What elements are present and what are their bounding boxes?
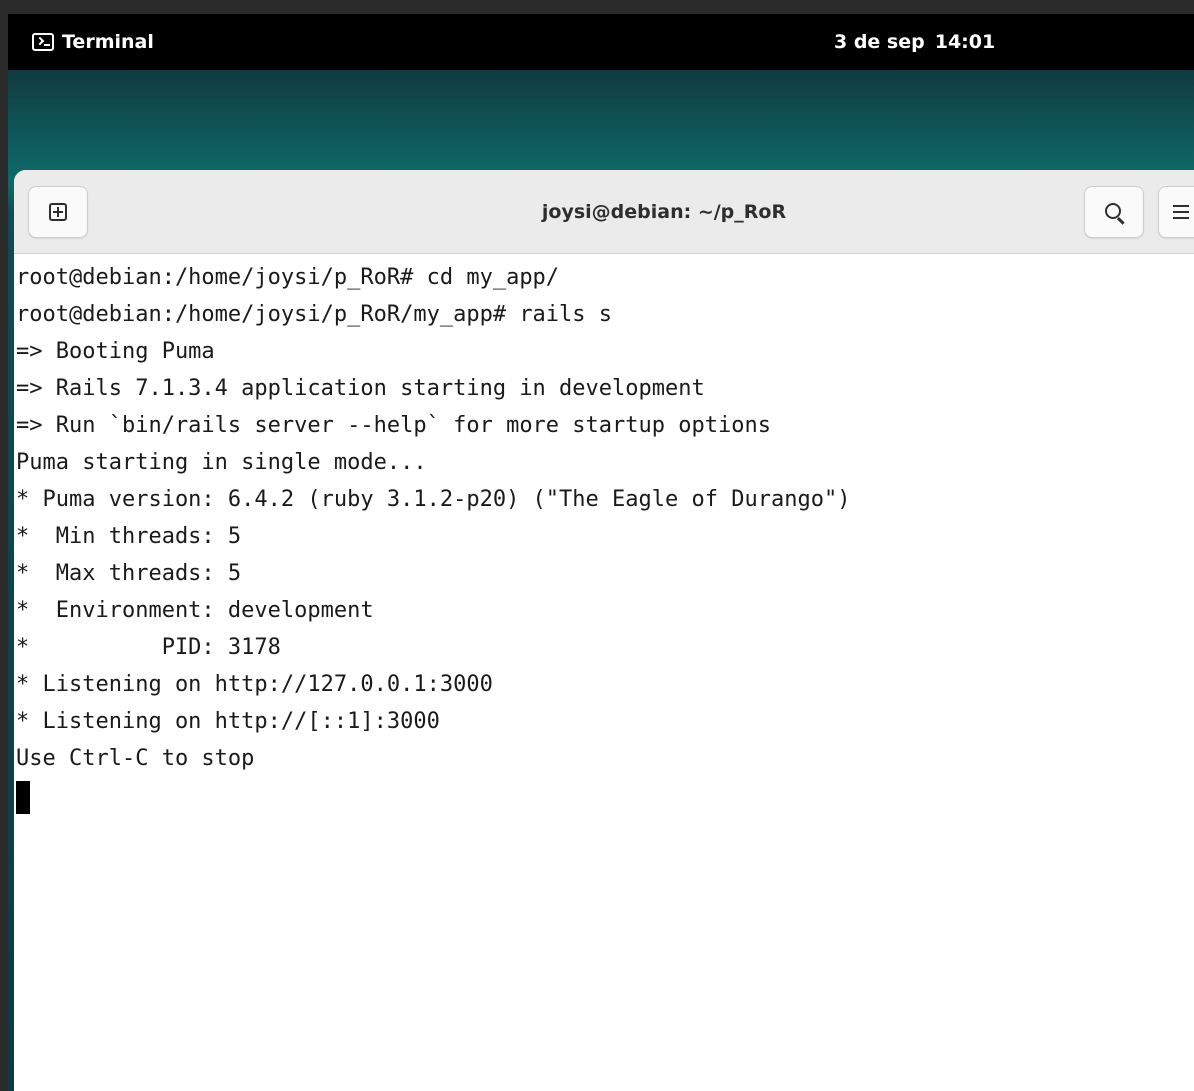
terminal-line: * Listening on http://[::1]:3000 <box>16 709 440 734</box>
terminal-line: Use Ctrl-C to stop <box>16 746 255 771</box>
header-bar[interactable]: joysi@debian: ~/p_RoR <box>14 170 1194 254</box>
new-tab-icon <box>49 203 67 221</box>
app-menu[interactable]: Terminal <box>32 14 154 70</box>
terminal-line: => Run `bin/rails server --help` for mor… <box>16 413 771 438</box>
search-button[interactable] <box>1084 186 1144 238</box>
window-title: joysi@debian: ~/p_RoR <box>541 201 787 223</box>
terminal-line: => Booting Puma <box>16 339 215 364</box>
terminal-line: * Environment: development <box>16 598 374 623</box>
clock[interactable]: 3 de sep 14:01 <box>834 14 995 70</box>
terminal-cursor <box>16 780 30 814</box>
terminal-line: * PID: 3178 <box>16 635 281 660</box>
terminal-line: * Listening on http://127.0.0.1:3000 <box>16 672 493 697</box>
terminal-line: root@debian:/home/joysi/p_RoR/my_app# ra… <box>16 302 613 327</box>
clock-time: 14:01 <box>934 31 996 53</box>
menu-button[interactable] <box>1158 186 1194 238</box>
terminal-line: * Min threads: 5 <box>16 524 242 549</box>
terminal-line: Puma starting in single mode... <box>16 450 427 475</box>
terminal-output[interactable]: root@debian:/home/joysi/p_RoR# cd my_app… <box>14 255 1194 1091</box>
terminal-icon <box>32 33 54 51</box>
app-menu-label: Terminal <box>62 31 154 53</box>
terminal-line: root@debian:/home/joysi/p_RoR# cd my_app… <box>16 265 560 290</box>
terminal-window: joysi@debian: ~/p_RoR root@debian:/home/… <box>14 170 1194 1091</box>
terminal-cursor-line <box>16 777 1194 814</box>
new-tab-button[interactable] <box>28 186 88 238</box>
hamburger-menu-icon <box>1173 205 1189 219</box>
search-icon <box>1104 202 1121 219</box>
top-bar: Terminal 3 de sep 14:01 <box>8 14 1194 70</box>
clock-date: 3 de sep <box>834 31 925 53</box>
screen-frame-left <box>0 0 8 1091</box>
terminal-line: * Puma version: 6.4.2 (ruby 3.1.2-p20) (… <box>16 487 851 512</box>
terminal-line: * Max threads: 5 <box>16 561 242 586</box>
screen-frame-top <box>0 0 1194 14</box>
terminal-line: => Rails 7.1.3.4 application starting in… <box>16 376 705 401</box>
